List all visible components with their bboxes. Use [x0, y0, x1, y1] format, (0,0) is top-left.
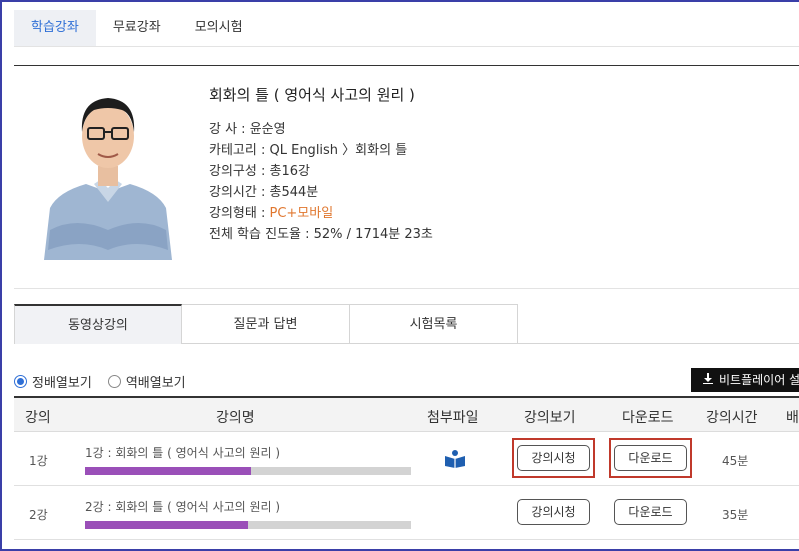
lecture-number: 2강 — [29, 508, 48, 522]
lecture-table: 강의 강의명 첨부파일 강의보기 다운로드 강의시간 배 1강 1강 : 회화의… — [14, 396, 799, 540]
meta-composition: 강의구성 : 총16강 — [209, 164, 310, 179]
watch-lecture-button[interactable]: 강의시청 — [517, 445, 590, 471]
sub-tab-bar: 동영상강의 질문과 답변 시험목록 — [14, 304, 518, 344]
sort-descending-option[interactable]: 역배열보기 — [107, 372, 186, 391]
sort-options: 정배열보기 역배열보기 — [14, 372, 202, 391]
col-extra: 배 — [786, 410, 799, 426]
download-button[interactable]: 다운로드 — [614, 445, 687, 471]
lecture-title-link[interactable]: 1강 : 회화의 틀 ( 영어식 사고의 원리 ) — [85, 444, 280, 461]
tab-mock-exam[interactable]: 모의시험 — [178, 10, 260, 46]
meta-category: 카테고리 : QL English 〉회화의 틀 — [209, 143, 408, 158]
progress-bar — [85, 467, 411, 475]
sort-descending-radio[interactable] — [107, 375, 121, 388]
sort-ascending-radio[interactable] — [14, 375, 27, 388]
meta-instructor: 강 사 : 윤순영 — [209, 122, 286, 137]
lecture-duration: 35분 — [722, 508, 749, 522]
tab-video-lectures[interactable]: 동영상강의 — [14, 304, 182, 344]
lecture-duration: 45분 — [722, 454, 749, 468]
progress-fill — [85, 467, 252, 475]
watch-lecture-button[interactable]: 강의시청 — [517, 499, 590, 525]
tab-exam-list[interactable]: 시험목록 — [350, 304, 518, 344]
bitplayer-install-button[interactable]: 비트플레이어 설 — [691, 368, 799, 392]
lecture-title-link[interactable]: 2강 : 회화의 틀 ( 영어식 사고의 원리 ) — [85, 498, 280, 515]
tab-qna[interactable]: 질문과 답변 — [182, 304, 350, 344]
lecture-page: 학습강좌 무료강좌 모의시험 회화의 틀 ( 영어식 사고의 원리 ) 강 사 … — [0, 0, 799, 551]
col-title: 강의명 — [216, 410, 255, 426]
col-download: 다운로드 — [622, 410, 674, 426]
divider — [14, 65, 799, 66]
book-download-icon[interactable] — [445, 450, 465, 471]
table-header: 강의 강의명 첨부파일 강의보기 다운로드 강의시간 배 — [14, 396, 799, 432]
course-meta: 강 사 : 윤순영 카테고리 : QL English 〉회화의 틀 강의구성 … — [209, 119, 433, 245]
meta-progress: 전체 학습 진도율 : 52% / 1714분 23초 — [209, 227, 433, 242]
table-row: 2강 2강 : 회화의 틀 ( 영어식 사고의 원리 ) 강의시청 다운로드 3… — [14, 486, 799, 540]
sort-ascending-option[interactable]: 정배열보기 — [14, 372, 92, 391]
col-attachment: 첨부파일 — [427, 410, 479, 426]
instructor-photo — [36, 80, 180, 260]
tab-study-courses[interactable]: 학습강좌 — [14, 10, 96, 46]
divider — [14, 46, 799, 47]
progress-fill — [85, 521, 248, 529]
divider — [14, 288, 799, 289]
meta-format: 강의형태 : PC+모바일 — [209, 206, 334, 221]
download-button[interactable]: 다운로드 — [614, 499, 687, 525]
course-title: 회화의 틀 ( 영어식 사고의 원리 ) — [209, 86, 415, 104]
table-row: 1강 1강 : 회화의 틀 ( 영어식 사고의 원리 ) 강의시청 다운로드 4… — [14, 432, 799, 486]
tab-free-courses[interactable]: 무료강좌 — [96, 10, 178, 46]
col-lecture: 강의 — [25, 410, 51, 426]
col-view: 강의보기 — [524, 410, 576, 426]
col-duration: 강의시간 — [706, 410, 758, 426]
meta-duration: 강의시간 : 총544분 — [209, 185, 319, 200]
progress-bar — [85, 521, 411, 529]
divider — [518, 343, 799, 344]
download-icon — [703, 368, 713, 392]
top-tab-bar: 학습강좌 무료강좌 모의시험 — [14, 10, 260, 46]
lecture-number: 1강 — [29, 454, 48, 468]
